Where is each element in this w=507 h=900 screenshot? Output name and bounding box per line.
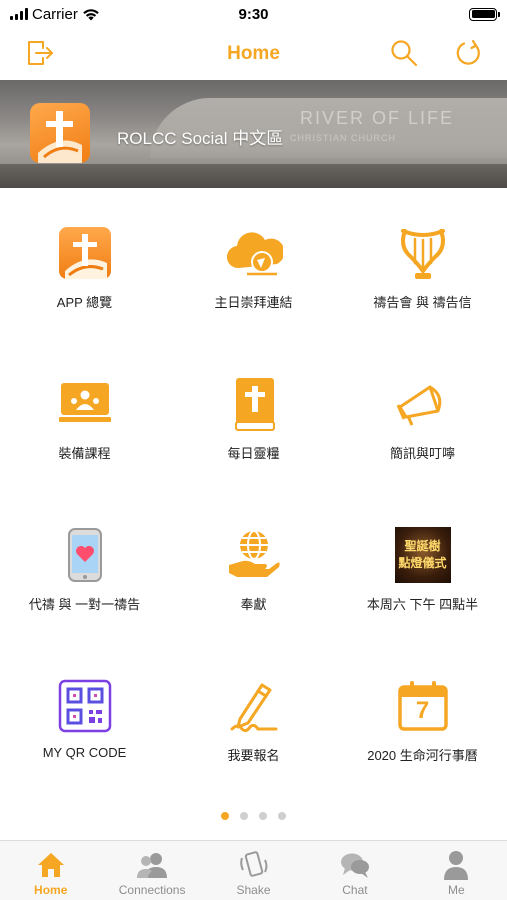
- grid-item-label: MY QR CODE: [42, 745, 127, 760]
- app-logo-icon: [30, 103, 90, 163]
- banner-ground: [0, 164, 507, 188]
- bible-icon: [225, 375, 283, 433]
- classroom-icon: [56, 375, 114, 433]
- person-icon: [440, 849, 472, 881]
- event-image-text-1: 聖誕樹: [404, 539, 441, 553]
- grid-item-offering[interactable]: 奉獻: [169, 490, 338, 641]
- grid-item-label: 主日崇拜連結: [214, 295, 293, 310]
- tab-connections[interactable]: Connections: [101, 841, 202, 900]
- grid-item-intercession[interactable]: 代禱 與 一對一禱告: [0, 490, 169, 641]
- battery-icon: [469, 7, 500, 21]
- grid-item-label: 簡訊與叮嚀: [389, 446, 455, 461]
- tab-label: Me: [447, 883, 465, 897]
- tab-label: Connections: [118, 883, 186, 897]
- hand-globe-icon: [225, 526, 283, 584]
- grid-item-news-reminders[interactable]: 簡訊與叮嚀: [338, 339, 507, 490]
- status-bar: Carrier 9:30: [0, 0, 507, 28]
- grid-item-label: 本周六 下午 四點半: [366, 597, 479, 612]
- page-dot-2[interactable]: [240, 812, 248, 820]
- search-icon[interactable]: [387, 36, 421, 70]
- page-indicator: [0, 812, 507, 820]
- tab-label: Chat: [342, 883, 368, 897]
- grid-item-label: APP 總覽: [56, 295, 113, 310]
- calendar-icon: 7: [394, 677, 452, 735]
- tab-label: Shake: [236, 883, 271, 897]
- status-time: 9:30: [238, 5, 269, 23]
- feature-grid: APP 總覽 主日崇拜連結 禱告會 與 禱告信 裝備課程 每日靈糧 簡訊與叮嚀 …: [0, 188, 507, 794]
- tab-label: Home: [34, 883, 68, 897]
- tab-shake[interactable]: Shake: [203, 841, 304, 900]
- tab-home[interactable]: Home: [0, 841, 101, 900]
- grid-item-label: 2020 生命河行事曆: [367, 748, 478, 763]
- grid-item-label: 我要報名: [227, 748, 280, 763]
- community-name: ROLCC Social 中文區: [117, 129, 284, 148]
- home-icon: [35, 849, 67, 881]
- app-logo-icon: [56, 224, 114, 282]
- grid-item-sunday-worship[interactable]: 主日崇拜連結: [169, 188, 338, 339]
- refresh-icon[interactable]: [451, 36, 485, 70]
- megaphone-icon: [394, 375, 452, 433]
- page-dot-3[interactable]: [259, 812, 267, 820]
- grid-item-label: 每日靈糧: [227, 446, 280, 461]
- grid-item-registration[interactable]: 我要報名: [169, 641, 338, 792]
- church-banner[interactable]: RIVER OF LIFE CHRISTIAN CHURCH ROLCC Soc…: [0, 80, 507, 188]
- tab-chat[interactable]: Chat: [304, 841, 405, 900]
- tab-bar: Home Connections Shake Chat Me: [0, 840, 507, 900]
- grid-item-app-overview[interactable]: APP 總覽: [0, 188, 169, 339]
- grid-item-my-qr-code[interactable]: MY QR CODE: [0, 641, 169, 792]
- grid-item-christmas-event[interactable]: 聖誕樹 點燈儀式 本周六 下午 四點半: [338, 490, 507, 641]
- page-dot-1[interactable]: [221, 812, 229, 820]
- grid-item-label: 奉獻: [240, 597, 267, 612]
- banner-sign-sub: CHRISTIAN CHURCH: [290, 133, 396, 143]
- connections-icon: [136, 849, 168, 881]
- pen-signature-icon: [225, 677, 283, 735]
- grid-item-prayer-meeting[interactable]: 禱告會 與 禱告信: [338, 188, 507, 339]
- cloud-worship-icon: [225, 224, 283, 282]
- grid-item-label: 禱告會 與 禱告信: [373, 295, 472, 310]
- event-image-icon: 聖誕樹 點燈儀式: [394, 526, 452, 584]
- grid-item-daily-bread[interactable]: 每日靈糧: [169, 339, 338, 490]
- phone-heart-icon: [56, 526, 114, 584]
- page-title: Home: [227, 43, 280, 64]
- lyre-icon: [394, 224, 452, 282]
- shake-icon: [238, 849, 270, 881]
- logout-icon[interactable]: [22, 36, 56, 70]
- grid-item-calendar-2020[interactable]: 7 2020 生命河行事曆: [338, 641, 507, 792]
- event-image-text-2: 點燈儀式: [398, 556, 447, 570]
- page-dot-4[interactable]: [278, 812, 286, 820]
- banner-sign: RIVER OF LIFE: [300, 108, 455, 128]
- grid-item-label: 裝備課程: [58, 446, 111, 461]
- chat-icon: [339, 849, 371, 881]
- grid-item-training-courses[interactable]: 裝備課程: [0, 339, 169, 490]
- calendar-day: 7: [415, 697, 430, 724]
- tab-me[interactable]: Me: [406, 841, 507, 900]
- grid-item-label: 代禱 與 一對一禱告: [28, 597, 141, 612]
- nav-bar: Home: [0, 28, 507, 80]
- qr-code-icon: [56, 677, 114, 735]
